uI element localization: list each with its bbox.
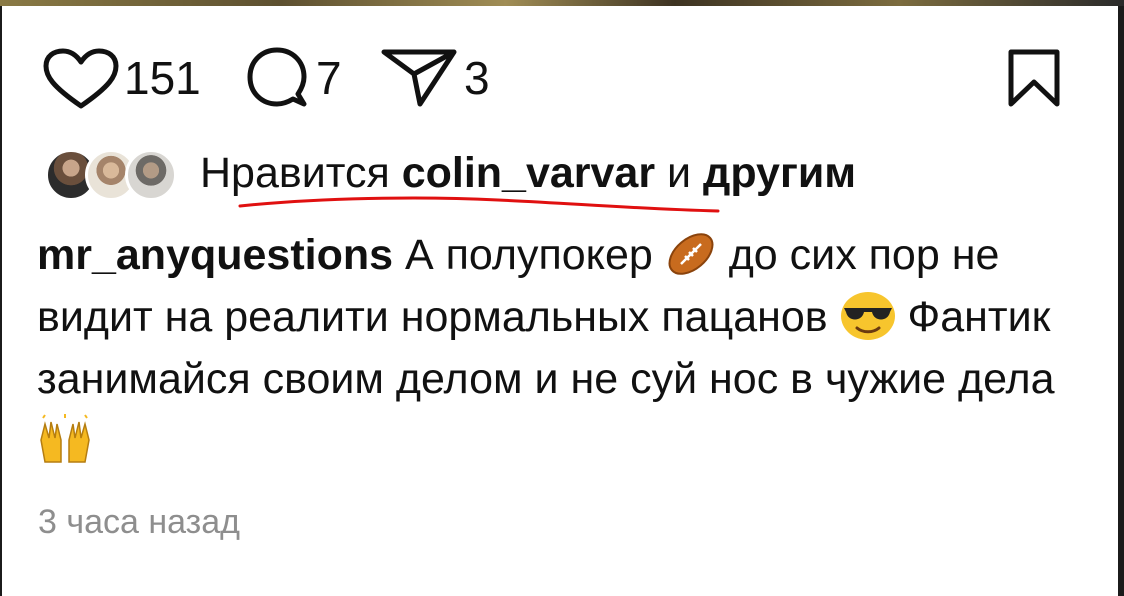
post-timestamp: 3 часа назад [38,503,240,541]
comments-count[interactable]: 7 [316,55,342,101]
avatar[interactable] [125,149,177,201]
liked-by-username[interactable]: colin_varvar [402,149,655,197]
caption-text: А полупокер [405,231,653,279]
bookmark-icon[interactable] [1006,48,1062,108]
liked-by-text: Нравится colin_varvar и другим [200,152,856,195]
american-football-emoji [668,232,714,275]
liked-by-others-link[interactable]: другим [703,149,856,197]
shares-count[interactable]: 3 [464,55,490,101]
liked-by-avatars[interactable] [45,149,185,201]
caption-username[interactable]: mr_anyquestions [37,231,393,279]
raising-hands-emoji [40,413,90,463]
post-card: 151 7 3 Нравится colin_varvar и другим m… [2,6,1118,596]
likes-count[interactable]: 151 [124,55,201,101]
heart-icon[interactable] [42,48,120,112]
sunglasses-face-emoji [840,291,895,340]
share-icon[interactable] [380,48,458,108]
comment-icon[interactable] [246,46,310,112]
post-caption: mr_anyquestions А полупокер до сих пор н… [37,224,1097,472]
liked-by-conjunction: и [667,149,692,197]
red-underline-annotation [238,196,720,213]
liked-by-prefix: Нравится [200,149,390,197]
